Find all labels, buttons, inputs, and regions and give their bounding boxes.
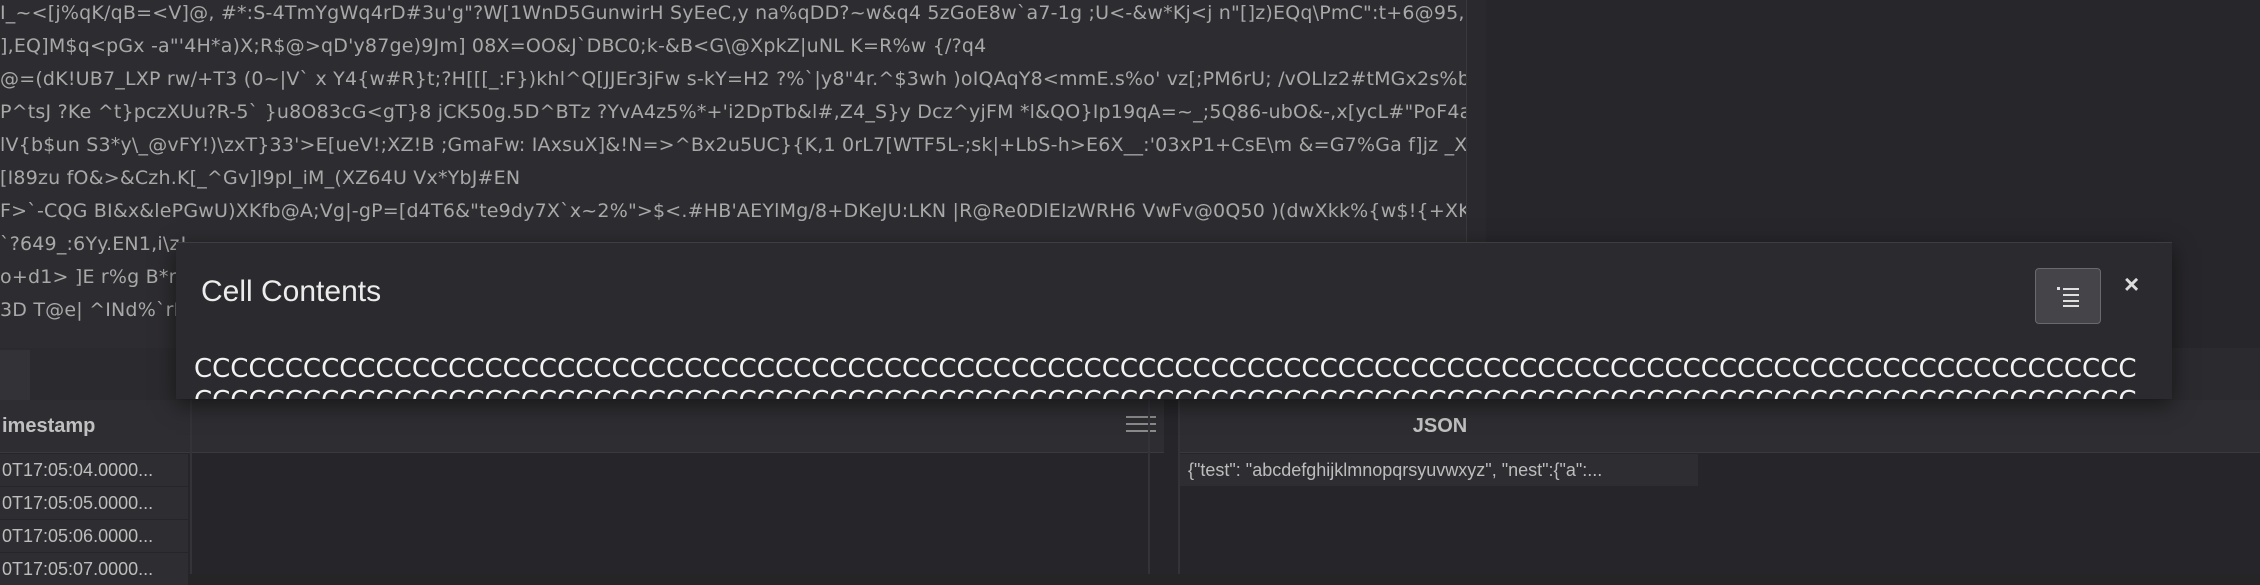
background-text-line: I_~<[j%qK/qB=<V]@, #*:S-4TmYgWq4rD#3u'g"… bbox=[0, 2, 1466, 24]
background-text-line: P^tsJ ?Ke ^t}pczXUu?R-5` }u8O83cG<gT}8 j… bbox=[0, 101, 1466, 123]
background-text-line: @=(dK!UB7_LXP rw/+T3 (0~|V` x Y4{w#R}t;?… bbox=[0, 68, 1466, 90]
background-text-line: [I89zu fO&>&Czh.K[_^Gv]l9pI_iM_(XZ64U Vx… bbox=[0, 167, 521, 189]
column-header-timestamp[interactable]: imestamp bbox=[0, 400, 190, 453]
background-text-line: `?649_:6Yy.EN1,i\z! bbox=[0, 233, 188, 255]
view-mode-button[interactable] bbox=[2035, 268, 2101, 324]
column-divider bbox=[1148, 400, 1150, 574]
cell-contents-dialog: Cell Contents × CCCCCCCCCCCCCCCCCCCCCCCC… bbox=[176, 242, 2172, 399]
background-text-line: ],EQ]M$q<pGx -a"'4H*a)X;R$@>qD'y87ge)9Jm… bbox=[0, 35, 987, 57]
column-divider bbox=[190, 400, 192, 574]
background-text-line: o+d1> ]E r%g B*r 4] bbox=[0, 266, 203, 288]
table-cell-timestamp[interactable]: 0T17:05:06.0000... bbox=[0, 520, 188, 552]
dialog-title: Cell Contents bbox=[201, 275, 382, 308]
close-button[interactable]: × bbox=[2124, 269, 2139, 300]
column-header-blank[interactable] bbox=[192, 400, 1164, 453]
table-cell-json[interactable]: {"test": "abcdefghijklmnopqrsyuvwxyz", "… bbox=[1180, 454, 1698, 486]
column-menu-icon[interactable] bbox=[1126, 416, 1156, 438]
cell-content-text[interactable]: CCCCCCCCCCCCCCCCCCCCCCCCCCCCCCCCCCCCCCCC… bbox=[194, 353, 2154, 399]
strip-tab[interactable] bbox=[0, 350, 30, 406]
background-text-line: 3D T@e| ^INd%`rLv bbox=[0, 299, 196, 321]
table-cell-timestamp[interactable]: 0T17:05:07.0000... bbox=[0, 553, 188, 585]
column-header-json[interactable]: JSON bbox=[1180, 400, 1700, 453]
table-cell-timestamp[interactable]: 0T17:05:04.0000... bbox=[0, 454, 188, 486]
background-text-line: lV{b$un S3*y\_@vFY!)\zxT}33'>E[ueV!;XZ!B… bbox=[0, 134, 1466, 156]
list-icon bbox=[2057, 287, 2079, 307]
background-text-line: F>`-CQG BI&x&lePGwU)XKfb@A;Vg|-gP=[d4T6&… bbox=[0, 200, 1466, 222]
table-cell-timestamp[interactable]: 0T17:05:05.0000... bbox=[0, 487, 188, 519]
column-divider bbox=[1178, 400, 1180, 574]
column-header-empty bbox=[1700, 400, 2260, 453]
